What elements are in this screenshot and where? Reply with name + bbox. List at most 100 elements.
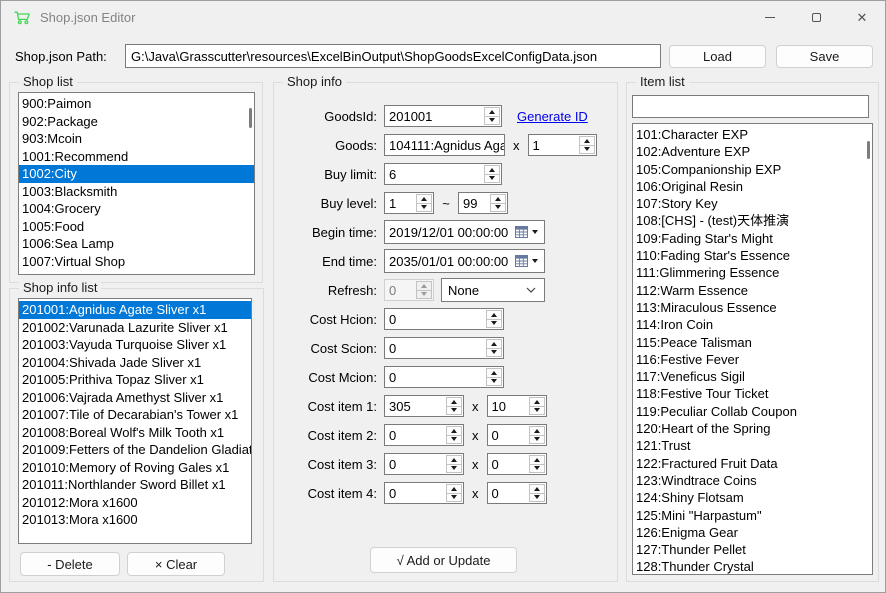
item-list-item[interactable]: 112:Warm Essence <box>633 282 872 299</box>
item-list-item[interactable]: 101:Character EXP <box>633 126 872 143</box>
spin-down-button[interactable] <box>417 203 431 212</box>
item-list-item[interactable]: 107:Story Key <box>633 195 872 212</box>
item-list-item[interactable]: 118:Festive Tour Ticket <box>633 385 872 402</box>
item-list-item[interactable]: 109:Fading Star's Might <box>633 230 872 247</box>
shop-list-item[interactable]: 1003:Blacksmith <box>19 183 254 201</box>
cost-item-id-input[interactable] <box>385 454 445 474</box>
delete-button[interactable]: - Delete <box>20 552 120 576</box>
shop-info-list-item[interactable]: 201009:Fetters of the Dandelion Gladiato <box>19 441 251 459</box>
shop-info-list-item[interactable]: 201001:Agnidus Agate Sliver x1 <box>19 301 251 319</box>
calendar-icon[interactable] <box>515 226 528 238</box>
spin-down-button[interactable] <box>447 406 461 415</box>
spin-down-button[interactable] <box>485 174 499 183</box>
spin-down-button[interactable] <box>447 493 461 502</box>
spin-down-button[interactable] <box>487 319 501 328</box>
spin-up-button[interactable] <box>485 108 499 116</box>
spin-up-button[interactable] <box>447 398 461 406</box>
item-list-item[interactable]: 124:Shiny Flotsam <box>633 489 872 506</box>
shop-list-item[interactable]: 902:Package <box>19 113 254 131</box>
cost-item-count-input[interactable] <box>488 425 528 445</box>
shop-list-item[interactable]: 1002:City <box>19 165 254 183</box>
shop-list-item[interactable]: 903:Mcoin <box>19 130 254 148</box>
shop-info-list-item[interactable]: 201005:Prithiva Topaz Sliver x1 <box>19 371 251 389</box>
spin-down-button[interactable] <box>530 464 544 473</box>
item-list-item[interactable]: 102:Adventure EXP <box>633 143 872 160</box>
item-list-item[interactable]: 120:Heart of the Spring <box>633 420 872 437</box>
end-time-input[interactable] <box>385 254 515 269</box>
shop-list-item[interactable]: 1005:Food <box>19 218 254 236</box>
cost-mcion-input[interactable] <box>385 367 485 387</box>
cost-scion-input[interactable] <box>385 338 485 358</box>
spin-up-button[interactable] <box>530 398 544 406</box>
item-list-item[interactable]: 114:Iron Coin <box>633 316 872 333</box>
spin-up-button[interactable] <box>417 195 431 203</box>
shop-list-item[interactable]: 1001:Recommend <box>19 148 254 166</box>
shop-info-list-item[interactable]: 201004:Shivada Jade Sliver x1 <box>19 354 251 372</box>
load-button[interactable]: Load <box>669 45 766 68</box>
refresh-mode-dropdown[interactable]: None <box>441 278 545 302</box>
shop-info-list-item[interactable]: 201007:Tile of Decarabian's Tower x1 <box>19 406 251 424</box>
shop-info-list-item[interactable]: 201003:Vayuda Turquoise Sliver x1 <box>19 336 251 354</box>
goodsid-input[interactable] <box>385 106 483 126</box>
item-list-item[interactable]: 128:Thunder Crystal <box>633 558 872 575</box>
spin-up-button[interactable] <box>530 485 544 493</box>
spin-up-button[interactable] <box>530 456 544 464</box>
spin-up-button[interactable] <box>487 340 501 348</box>
item-list-item[interactable]: 127:Thunder Pellet <box>633 541 872 558</box>
cost-item-id-input[interactable] <box>385 425 445 445</box>
spin-down-button[interactable] <box>580 145 594 154</box>
generate-id-link[interactable]: Generate ID <box>517 109 588 124</box>
shop-list-item[interactable]: 1004:Grocery <box>19 200 254 218</box>
spin-up-button[interactable] <box>447 485 461 493</box>
item-list-item[interactable]: 111:Glimmering Essence <box>633 264 872 281</box>
shop-list-item[interactable]: 900:Paimon <box>19 95 254 113</box>
path-input[interactable] <box>125 44 661 68</box>
item-list-item[interactable]: 108:[CHS] - (test)天体推演 <box>633 212 872 229</box>
item-list-item[interactable]: 113:Miraculous Essence <box>633 299 872 316</box>
clear-button[interactable]: × Clear <box>127 552 225 576</box>
spin-down-button[interactable] <box>530 435 544 444</box>
close-button[interactable]: ✕ <box>839 1 885 33</box>
spin-up-button[interactable] <box>447 456 461 464</box>
minimize-button[interactable] <box>747 1 793 33</box>
spin-down-button[interactable] <box>447 464 461 473</box>
buy-level-max-input[interactable] <box>459 193 489 213</box>
item-list-item[interactable]: 106:Original Resin <box>633 178 872 195</box>
spin-up-button[interactable] <box>487 369 501 377</box>
spin-up-button[interactable] <box>580 137 594 145</box>
cost-item-id-input[interactable] <box>385 396 445 416</box>
save-button[interactable]: Save <box>776 45 873 68</box>
cost-item-count-input[interactable] <box>488 483 528 503</box>
item-list-item[interactable]: 121:Trust <box>633 437 872 454</box>
spin-up-button[interactable] <box>530 427 544 435</box>
item-list-item[interactable]: 116:Festive Fever <box>633 351 872 368</box>
spin-up-button[interactable] <box>485 166 499 174</box>
item-list-item[interactable]: 119:Peculiar Collab Coupon <box>633 403 872 420</box>
shop-list-item[interactable]: 1006:Sea Lamp <box>19 235 254 253</box>
spin-down-button[interactable] <box>447 435 461 444</box>
shop-info-list-item[interactable]: 201011:Northlander Sword Billet x1 <box>19 476 251 494</box>
calendar-icon[interactable] <box>515 255 528 267</box>
spin-down-button[interactable] <box>530 406 544 415</box>
shop-info-list-item[interactable]: 201013:Mora x1600 <box>19 511 251 529</box>
goods-combo-input[interactable] <box>384 134 505 156</box>
dropdown-arrow-icon[interactable] <box>532 230 538 234</box>
cost-hcion-input[interactable] <box>385 309 485 329</box>
item-list-item[interactable]: 117:Veneficus Sigil <box>633 368 872 385</box>
shop-list-item[interactable]: 1007:Virtual Shop <box>19 253 254 271</box>
add-or-update-button[interactable]: √ Add or Update <box>370 547 517 573</box>
shop-info-list-item[interactable]: 201008:Boreal Wolf's Milk Tooth x1 <box>19 424 251 442</box>
shop-info-list-item[interactable]: 201010:Memory of Roving Gales x1 <box>19 459 251 477</box>
dropdown-arrow-icon[interactable] <box>532 259 538 263</box>
item-list-item[interactable]: 122:Fractured Fruit Data <box>633 455 872 472</box>
shop-info-list-item[interactable]: 201002:Varunada Lazurite Sliver x1 <box>19 319 251 337</box>
goods-count-input[interactable] <box>529 135 578 155</box>
shop-info-list-item[interactable]: 201012:Mora x1600 <box>19 494 251 512</box>
item-list-item[interactable]: 110:Fading Star's Essence <box>633 247 872 264</box>
spin-down-button[interactable] <box>491 203 505 212</box>
item-list-scrollbar[interactable] <box>867 141 870 159</box>
cost-item-count-input[interactable] <box>488 396 528 416</box>
cost-item-count-input[interactable] <box>488 454 528 474</box>
buy-level-min-input[interactable] <box>385 193 415 213</box>
begin-time-input[interactable] <box>385 225 515 240</box>
